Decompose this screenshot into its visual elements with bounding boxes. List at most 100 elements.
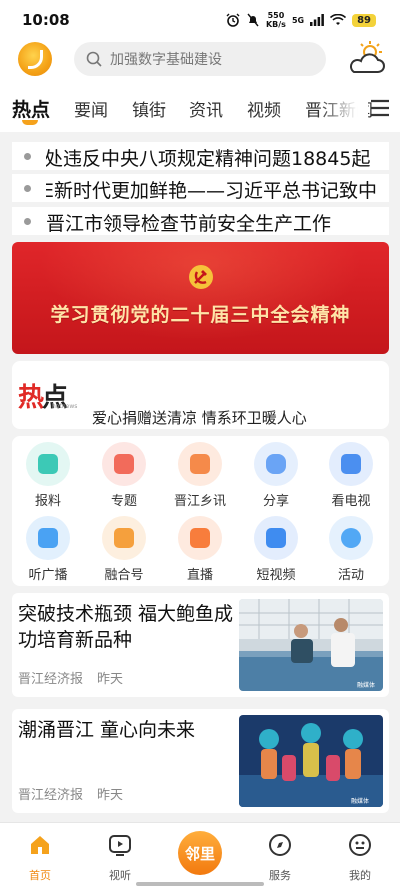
service-grid: 报料 专题 晋江乡讯 分享 看电视 听广播 融合号 直播 短视频 活动 [12,436,389,586]
hot-headline: 爱心捐赠送清凉 情系环卫暖人心 [92,409,307,427]
thumb-watermark: 融媒体 [357,681,375,689]
bullet-icon [24,218,31,225]
active-tab-indicator [22,120,38,125]
bottom-nav: 首页 视听 邻里 服务 我的 [0,822,400,889]
nav-label: 首页 [29,869,51,882]
grid-label: 直播 [186,568,213,583]
grid-item-topic[interactable]: 专题 [93,442,155,509]
grid-item-tv[interactable]: 看电视 [320,442,382,509]
hot-news-card[interactable]: 热点 hotnews 爱心捐赠送清凉 情系环卫暖人心 [12,361,389,429]
center-logo-icon[interactable]: 邻里 [178,831,222,875]
grid-label: 听广播 [28,568,68,583]
speed-unit: KB/s [265,20,286,29]
tab-towns[interactable]: 镇街 [132,96,166,121]
speed-value: 550 [267,11,285,20]
news-time: 昨天 [97,672,124,687]
search-icon [86,51,102,67]
grid-label: 晋江乡讯 [173,494,226,509]
compass-icon [269,834,291,856]
wifi-icon [330,14,347,25]
tab-info[interactable]: 资讯 [189,96,223,121]
battery-level: 89 [352,13,376,27]
grid-label: 融合号 [104,568,144,583]
news-item[interactable]: 潮涌晋江 童心向未来 晋江经济报 昨天 融媒体 [12,709,389,813]
play-square-icon [109,835,131,856]
home-icon [31,836,49,854]
tv-icon [329,442,373,486]
hotnews-sub: hotnews [52,403,78,410]
mute-bell-icon [247,13,259,27]
ticker-item[interactable]: E新时代更加鲜艳——习近平总书记致中 [12,174,389,202]
bullet-icon [24,185,31,192]
grid-label: 活动 [337,568,364,583]
menu-icon[interactable] [368,96,392,120]
feature-banner[interactable]: 学习贯彻党的二十届三中全会精神 [12,242,389,354]
news-meta: 晋江经济报 昨天 [18,668,137,687]
news-title: 突破技术瓶颈 福大鲍鱼成功培育新品种 [18,603,234,651]
grid-item-radio[interactable]: 听广播 [17,516,79,583]
ticker-text: 晋江市领导检查节前安全生产工作 [46,213,332,235]
network-type: 5G [291,15,305,25]
grid-label: 专题 [110,494,137,509]
grid-item-township-news[interactable]: 晋江乡讯 [169,442,231,509]
nav-media[interactable]: 视听 [90,833,150,883]
banner-glow [12,242,389,354]
tab-hot[interactable]: 热点 [12,95,50,122]
ticker-item[interactable]: 处违反中央八项规定精神问题18845起 [12,142,389,170]
ticker-text: 处违反中央八项规定精神问题18845起 [44,148,371,170]
home-indicator[interactable] [136,882,264,886]
thumb-watermark: 融媒体 [351,797,369,805]
grid-item-events[interactable]: 活动 [320,516,382,583]
grid-item-share[interactable]: 分享 [245,442,307,509]
grid-label: 分享 [262,494,289,509]
search-input[interactable]: 加强数字基础建设 [74,42,326,76]
sparkle-square-icon [102,516,146,560]
ticker-item[interactable]: 晋江市领导检查节前安全生产工作 [12,207,389,235]
nav-label: 视听 [109,869,131,882]
tab-video[interactable]: 视频 [247,96,281,121]
news-icon [178,442,222,486]
nav-label: 服务 [269,869,291,882]
ticker-mask [32,174,46,202]
grid-label: 短视频 [256,568,296,583]
bullet-icon [24,153,31,160]
sun-cloud-icon[interactable] [346,40,386,78]
news-thumbnail: 融媒体 [239,715,383,807]
channel-tabs: 热点 要闻 镇街 资讯 视频 晋江新闻 [0,84,400,132]
news-time: 昨天 [97,788,124,803]
ticker-mask [32,142,46,170]
nav-home[interactable]: 首页 [10,833,70,883]
header: 加强数字基础建设 [0,40,400,84]
grid-item-media-account[interactable]: 融合号 [93,516,155,583]
nav-services[interactable]: 服务 [250,833,310,883]
hotnews-logo-main: 热 [18,383,44,413]
nav-profile[interactable]: 我的 [330,833,390,883]
network-speed: 550 KB/s [266,11,286,29]
grid-label: 报料 [34,494,61,509]
news-thumbnail: 融媒体 [239,599,383,691]
grid-item-live[interactable]: 直播 [169,516,231,583]
news-item[interactable]: 突破技术瓶颈 福大鲍鱼成功培育新品种 晋江经济报 昨天 融媒体 [12,593,389,697]
status-time: 10:08 [22,11,70,29]
nav-label: 我的 [349,869,371,882]
live-play-icon [178,516,222,560]
ticker-text: E新时代更加鲜艳——习近平总书记致中 [42,180,378,202]
party-emblem-icon [189,265,213,289]
app-logo-icon[interactable] [18,42,52,76]
news-meta: 晋江经济报 昨天 [18,784,137,803]
banner-title: 学习贯彻党的二十届三中全会精神 [50,304,351,326]
video-play-icon [254,516,298,560]
tab-news[interactable]: 要闻 [74,96,108,121]
grid-item-report[interactable]: 报料 [17,442,79,509]
search-placeholder: 加强数字基础建设 [110,52,222,68]
status-bar: 10:08 550 KB/s 5G 89 [0,0,400,40]
camera-icon [26,442,70,486]
news-title: 潮涌晋江 童心向未来 [18,719,196,741]
status-icons: 550 KB/s 5G 89 [226,11,376,29]
news-source: 晋江经济报 [18,672,84,687]
four-squares-icon [329,516,373,560]
grid-item-short-video[interactable]: 短视频 [245,516,307,583]
alarm-icon [226,13,240,27]
grid-label: 看电视 [331,494,371,509]
chat-bubble-icon [254,442,298,486]
